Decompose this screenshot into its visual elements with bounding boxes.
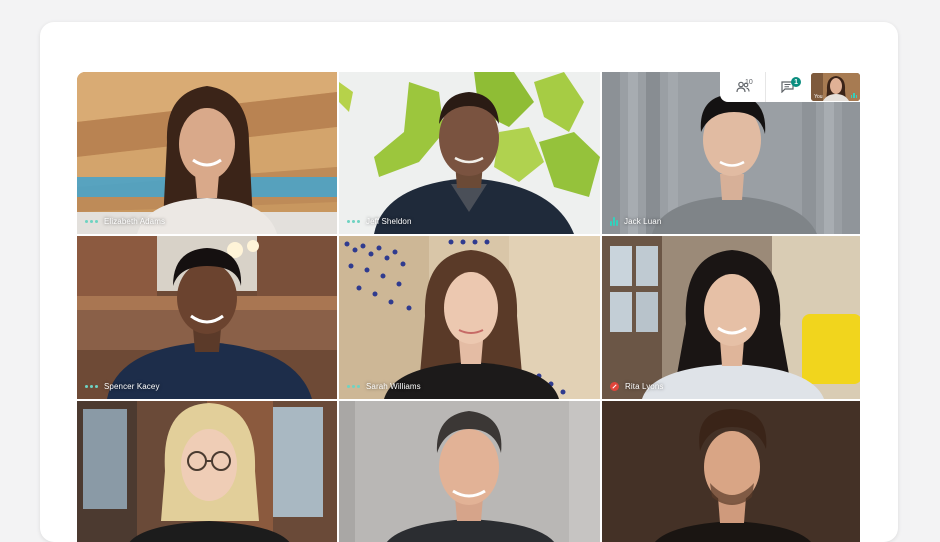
- video-tile-participant-9[interactable]: [602, 401, 860, 542]
- mic-off-icon: [610, 382, 619, 391]
- participant-label: Rita Lyons: [610, 382, 664, 391]
- audio-level-icon: [610, 217, 618, 226]
- participant-avatar: [642, 250, 824, 399]
- participant-label: Sarah Williams: [347, 382, 421, 391]
- more-dots-icon[interactable]: [347, 385, 360, 388]
- participant-avatar: [384, 250, 559, 399]
- self-label: You: [814, 94, 823, 100]
- self-view-thumbnail[interactable]: You: [811, 73, 860, 101]
- more-dots-icon[interactable]: [85, 385, 98, 388]
- more-dots-icon[interactable]: [85, 220, 98, 223]
- more-dots-icon[interactable]: [347, 220, 360, 223]
- participant-label: Jack Luan: [610, 217, 661, 226]
- video-tile-elizabeth-adams[interactable]: Elizabeth Adams: [77, 72, 337, 234]
- video-grid: Elizabeth Adams Jeff Sheldon Jack Luan S…: [77, 72, 860, 542]
- meeting-card: Elizabeth Adams Jeff Sheldon Jack Luan S…: [40, 22, 898, 542]
- video-tile-jeff-sheldon[interactable]: Jeff Sheldon: [339, 72, 600, 234]
- participant-name: Elizabeth Adams: [104, 217, 166, 226]
- video-tile-spencer-kacey[interactable]: Spencer Kacey: [77, 236, 337, 399]
- video-tile-rita-lyons[interactable]: Rita Lyons: [602, 236, 860, 399]
- audio-level-icon: [850, 93, 857, 98]
- participant-avatar: [654, 409, 812, 542]
- participant-avatar: [386, 411, 555, 542]
- people-button[interactable]: 10: [720, 72, 765, 102]
- participant-label: Spencer Kacey: [85, 382, 160, 391]
- video-tile-sarah-williams[interactable]: Sarah Williams: [339, 236, 600, 399]
- participant-name: Jack Luan: [624, 217, 662, 226]
- participant-name: Rita Lyons: [625, 382, 664, 391]
- participant-name: Spencer Kacey: [104, 382, 160, 391]
- video-tile-participant-7[interactable]: [77, 401, 337, 542]
- meeting-toolbar: 10 1 You: [720, 72, 860, 102]
- participant-avatar: [129, 403, 290, 542]
- participant-name: Sarah Williams: [366, 382, 421, 391]
- video-tile-participant-8[interactable]: [339, 401, 600, 542]
- participant-avatar: [107, 248, 312, 399]
- chat-button[interactable]: 1: [765, 72, 809, 102]
- participant-avatar: [374, 92, 574, 234]
- people-count: 10: [745, 79, 753, 86]
- participant-label: Elizabeth Adams: [85, 217, 165, 226]
- participant-avatar: [137, 86, 277, 234]
- chat-unread-badge: 1: [791, 77, 802, 87]
- participant-name: Jeff Sheldon: [366, 217, 412, 226]
- participant-label: Jeff Sheldon: [347, 217, 412, 226]
